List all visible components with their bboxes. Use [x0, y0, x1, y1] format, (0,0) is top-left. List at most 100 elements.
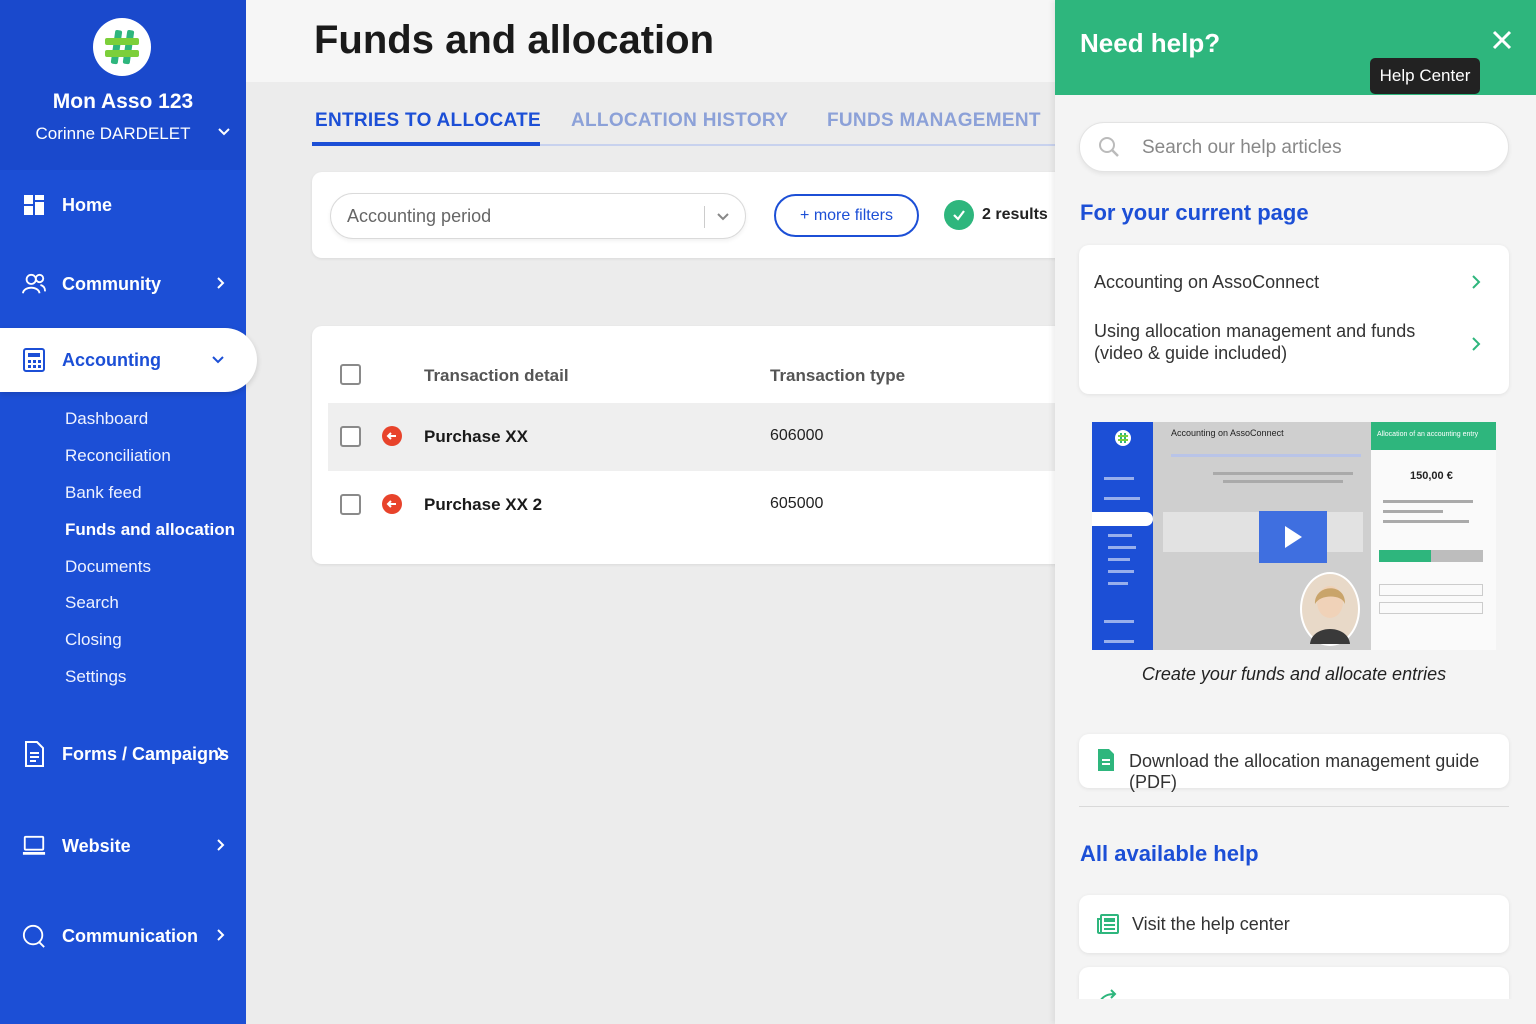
video-nav-line [1108, 558, 1130, 561]
help-panel: Need help? Help Center For your current … [1055, 0, 1536, 1024]
newspaper-icon [1097, 914, 1119, 934]
presenter-avatar [1300, 572, 1360, 646]
video-inner-amount: 150,00 € [1410, 470, 1453, 482]
check-circle-icon [944, 200, 974, 230]
main-content: Funds and allocation ENTRIES TO ALLOCATE… [246, 0, 1072, 1024]
close-icon[interactable] [1490, 28, 1514, 52]
column-header-transaction-type[interactable]: Transaction type [770, 366, 905, 386]
video-tab-line [1171, 454, 1361, 457]
sidebar-item-label: Community [62, 273, 161, 294]
chevron-right-icon[interactable] [1469, 275, 1483, 289]
row-checkbox[interactable] [340, 494, 361, 515]
tab-bar: ENTRIES TO ALLOCATE ALLOCATION HISTORY F… [312, 108, 1056, 146]
sidebar-item-communication[interactable]: Communication [0, 911, 246, 961]
sidebar-item-forms-campaigns[interactable]: Forms / Campaigns [0, 729, 246, 779]
tutorial-video-thumbnail[interactable]: Accounting on AssoConnect Allocation of … [1092, 422, 1496, 650]
tab-allocation-history[interactable]: ALLOCATION HISTORY [571, 110, 788, 132]
submenu-settings[interactable]: Settings [65, 667, 126, 687]
submenu-search[interactable]: Search [65, 593, 119, 613]
row-checkbox[interactable] [340, 426, 361, 447]
video-right-panel-preview: Allocation of an accounting entry [1371, 422, 1496, 650]
more-filters-button[interactable]: + more filters [774, 194, 919, 237]
table-row[interactable]: Purchase XX 606000 [328, 403, 1072, 471]
video-caption: Create your funds and allocate entries [1141, 664, 1447, 684]
video-nav-line [1104, 640, 1134, 643]
transaction-detail: Purchase XX [424, 427, 528, 446]
help-search-box[interactable] [1079, 122, 1509, 172]
video-nav-line [1108, 546, 1136, 549]
chat-bubble-icon [22, 924, 46, 948]
accounting-period-placeholder: Accounting period [347, 205, 492, 226]
sidebar-item-accounting[interactable]: Accounting [0, 328, 257, 392]
select-all-checkbox[interactable] [340, 364, 361, 385]
video-nav-line [1104, 477, 1134, 480]
video-field-preview [1379, 584, 1483, 596]
chevron-right-icon[interactable] [1469, 337, 1483, 351]
help-article-link[interactable]: Using allocation management and funds (v… [1094, 320, 1464, 364]
submenu-funds-and-allocation[interactable]: Funds and allocation [65, 520, 235, 540]
help-panel-header: Need help? Help Center [1055, 0, 1536, 95]
user-name[interactable]: Corinne DARDELET [0, 124, 226, 144]
submenu-closing[interactable]: Closing [65, 630, 122, 650]
play-icon[interactable] [1259, 511, 1327, 563]
video-nav-line [1108, 582, 1128, 585]
calculator-icon [22, 348, 46, 372]
download-guide-label: Download the allocation management guide… [1129, 751, 1480, 792]
sidebar-item-community[interactable]: Community [0, 259, 246, 309]
video-toggle-active [1379, 550, 1431, 562]
video-nav-line [1108, 534, 1132, 537]
sidebar-item-label: Forms / Campaigns [62, 743, 230, 764]
hashtag-logo-icon [105, 30, 139, 65]
submenu-reconciliation[interactable]: Reconciliation [65, 446, 171, 466]
visit-help-center-label: Visit the help center [1132, 914, 1290, 934]
download-guide-button[interactable]: Download the allocation management guide… [1079, 734, 1509, 792]
current-page-section-title: For your current page [1080, 200, 1309, 225]
table-row[interactable]: Purchase XX 2 605000 [328, 471, 1072, 539]
video-inner-title: Accounting on AssoConnect [1171, 428, 1284, 438]
video-field-preview [1379, 602, 1483, 614]
entries-table: Transaction detail Transaction type Purc… [312, 326, 1072, 564]
sidebar-item-label: Accounting [62, 349, 161, 370]
sidebar-item-label: Home [62, 194, 113, 215]
column-header-transaction-detail[interactable]: Transaction detail [424, 366, 569, 386]
video-text-line [1383, 510, 1443, 513]
results-count: 2 results [982, 206, 1048, 223]
tab-funds-management[interactable]: FUNDS MANAGEMENT [827, 110, 1041, 132]
search-icon [1099, 137, 1119, 157]
sidebar-item-home[interactable]: Home [0, 180, 246, 230]
help-article-link[interactable]: Accounting on AssoConnect [1094, 271, 1464, 293]
transaction-detail: Purchase XX 2 [424, 495, 543, 514]
chevron-right-icon [217, 747, 225, 759]
all-help-section-title: All available help [1080, 841, 1259, 866]
submenu-dashboard[interactable]: Dashboard [65, 409, 148, 429]
video-text-line [1383, 500, 1473, 503]
submenu-bank-feed[interactable]: Bank feed [65, 483, 142, 503]
submenu-documents[interactable]: Documents [65, 557, 151, 577]
tab-entries-to-allocate[interactable]: ENTRIES TO ALLOCATE [315, 110, 541, 132]
accounting-period-select[interactable]: Accounting period [330, 193, 746, 239]
video-inner-panel-title: Allocation of an accounting entry [1371, 422, 1496, 450]
visit-help-center-button[interactable]: Visit the help center [1079, 895, 1509, 953]
chevron-down-icon [212, 356, 224, 364]
video-text-line [1213, 472, 1353, 475]
chevron-down-icon[interactable] [715, 209, 731, 225]
chevron-down-icon[interactable] [216, 124, 232, 140]
transaction-type: 605000 [770, 495, 824, 512]
sidebar-item-label: Communication [62, 925, 199, 946]
help-option-card[interactable] [1079, 967, 1509, 999]
chevron-right-icon [217, 277, 225, 289]
filter-bar: Accounting period + more filters 2 resul… [312, 172, 1072, 258]
sidebar-item-website[interactable]: Website [0, 821, 246, 871]
section-divider [1079, 806, 1509, 807]
video-text-line [1223, 480, 1343, 483]
help-panel-title: Need help? [1080, 28, 1221, 58]
organization-logo[interactable] [93, 18, 151, 76]
video-nav-line [1104, 620, 1134, 623]
laptop-icon [22, 834, 46, 858]
share-arrow-icon [1100, 989, 1117, 999]
hashtag-logo-icon [1115, 430, 1131, 446]
transaction-type: 606000 [770, 427, 824, 444]
help-search-input[interactable] [1142, 133, 1492, 163]
video-sidebar-preview [1092, 422, 1153, 650]
chevron-right-icon [217, 929, 225, 941]
